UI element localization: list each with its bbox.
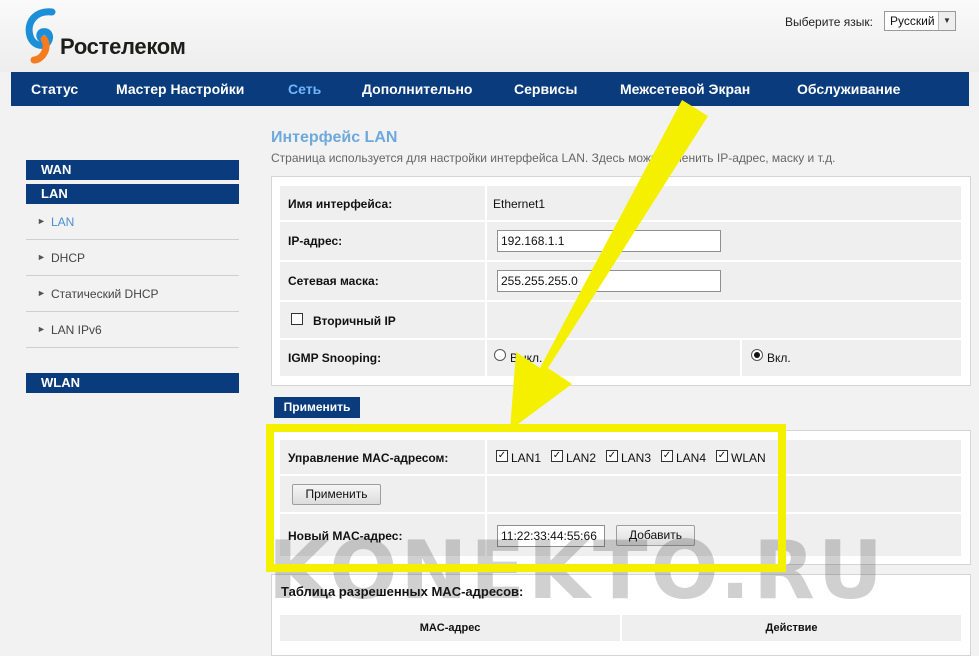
nav-item-network[interactable]: Сеть (288, 81, 321, 97)
bullet-icon: ► (37, 288, 46, 298)
secondary-ip-checkbox[interactable] (291, 313, 303, 325)
bullet-icon: ► (37, 252, 46, 262)
secondary-ip-label: Вторичный IP (313, 314, 396, 328)
interface-name-label: Имя интерфейса: (288, 197, 393, 211)
rostelecom-logo-icon (25, 8, 56, 64)
nav-item-status[interactable]: Статус (31, 81, 78, 97)
sidebar-item-lan[interactable]: ► LAN (26, 204, 239, 240)
subnet-mask-label: Сетевая маска: (288, 274, 379, 288)
value-cell (487, 186, 961, 220)
page-title: Интерфейс LAN (271, 129, 398, 146)
column-header-mac: MAC-адрес (419, 622, 481, 634)
igmp-on-radio[interactable] (751, 349, 763, 361)
sidebar-section-wan[interactable]: WAN (26, 160, 239, 180)
nav-item-services[interactable]: Сервисы (514, 81, 577, 97)
bullet-icon: ► (37, 324, 46, 334)
igmp-off-label: Выкл. (510, 351, 543, 365)
subnet-mask-input[interactable]: 255.255.255.0 (497, 270, 721, 292)
sidebar-item-label: DHCP (51, 251, 86, 265)
nav-item-maintenance[interactable]: Обслуживание (797, 81, 900, 97)
interface-name-value: Ethernet1 (493, 197, 546, 211)
sidebar-section-wlan[interactable]: WLAN (26, 373, 239, 393)
value-cell (487, 302, 961, 338)
language-select[interactable]: Русский ▼ (884, 11, 956, 31)
ip-address-label: IP-адрес: (288, 234, 343, 248)
igmp-off-radio[interactable] (494, 349, 506, 361)
main-nav: Статус Мастер Настройки Сеть Дополнитель… (11, 72, 969, 106)
header: Ростелеком Выберите язык: Русский ▼ (0, 0, 979, 72)
sidebar-item-label: LAN (51, 215, 75, 229)
nav-item-firewall[interactable]: Межсетевой Экран (620, 81, 750, 97)
nav-item-setup-wizard[interactable]: Мастер Настройки (116, 81, 244, 97)
highlight-box (266, 424, 786, 572)
igmp-on-label: Вкл. (767, 351, 791, 365)
sidebar-item-lan-ipv6[interactable]: ► LAN IPv6 (26, 312, 239, 348)
bullet-icon: ► (37, 216, 46, 226)
sidebar-item-dhcp[interactable]: ► DHCP (26, 240, 239, 276)
language-selected-value: Русский (890, 14, 935, 28)
logo-text: Ростелеком (60, 34, 186, 59)
sidebar-item-label: Статический DHCP (51, 287, 159, 301)
page-description: Страница используется для настройки инте… (271, 151, 836, 165)
ip-address-input[interactable]: 192.168.1.1 (497, 230, 721, 252)
column-header-action: Действие (765, 622, 818, 634)
nav-item-advanced[interactable]: Дополнительно (362, 81, 472, 97)
apply-button[interactable]: Применить (274, 397, 360, 418)
sidebar-section-lan[interactable]: LAN (26, 184, 239, 204)
language-label: Выберите язык: (785, 15, 873, 29)
sidebar-item-label: LAN IPv6 (51, 323, 102, 337)
igmp-snooping-label: IGMP Snooping: (288, 351, 382, 365)
sidebar-item-static-dhcp[interactable]: ► Статический DHCP (26, 276, 239, 312)
chevron-down-icon[interactable]: ▼ (938, 12, 955, 30)
